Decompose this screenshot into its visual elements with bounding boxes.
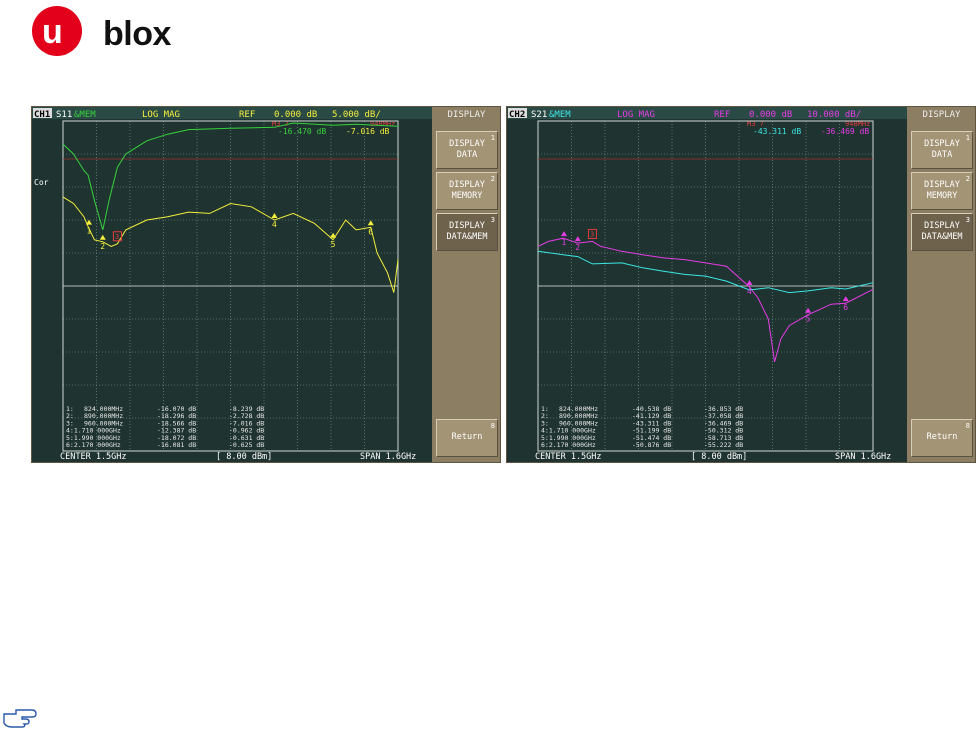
mem-label: &MEM (549, 110, 571, 120)
marker-table-value-2: -0.625 dB (229, 441, 264, 449)
marker-triangle (574, 236, 581, 242)
marker-label: 4 (747, 287, 752, 296)
marker-triangle (85, 219, 92, 225)
marker-label: 6 (368, 227, 373, 236)
display-data-button[interactable]: 1 DISPLAY DATA (436, 131, 498, 169)
marker-table-id: 6:2.170 000GHz (541, 441, 596, 449)
softkey-num: 1 (490, 134, 495, 142)
analyzer-screen: CH1 S11 &MEM LOG MAG REF 0.000 dB 5.000 dB/M3 … (32, 107, 432, 462)
display-data-mem-button[interactable]: 3 DISPLAY DATA&MEM (436, 213, 498, 251)
correction-indicator: Cor (34, 178, 49, 187)
readout-data: -36.469 dB (821, 127, 869, 136)
mem-label: &MEM (74, 110, 96, 120)
marker-label: 2 (100, 242, 105, 251)
softkey-label: DISPLAY (924, 221, 960, 231)
frequency-span: SPAN 1.6GHz (835, 452, 891, 462)
marker-table-value-1: -50.876 dB (632, 441, 671, 449)
menu-title: DISPLAY (447, 110, 486, 120)
marker-label: 1 (86, 227, 91, 236)
softkey-label-2: DATA&MEM (446, 232, 488, 242)
menu-title: DISPLAY (922, 110, 961, 120)
marker-triangle (842, 296, 849, 302)
softkey-label: DISPLAY (449, 139, 485, 149)
analyzer-panel-ch1: CH1 S11 &MEM LOG MAG REF 0.000 dB 5.000 dB/M3 … (31, 106, 501, 463)
softkey-num: 2 (965, 175, 970, 183)
display-memory-button[interactable]: 2 DISPLAY MEMORY (911, 172, 973, 210)
analyzer-screen: CH2 S21 &MEM LOG MAG REF 0.000 dB 10.000 dB/M3… (507, 107, 907, 462)
marker-label: 4 (272, 220, 277, 229)
display-data-button[interactable]: 1 DISPLAY DATA (911, 131, 973, 169)
softkey-label-2: DATA&MEM (921, 232, 963, 242)
marker-label: 5 (806, 315, 811, 324)
softkey-num: 8 (490, 422, 495, 430)
ref-value: 0.000 dB (274, 110, 317, 120)
marker-label: 3 (115, 233, 119, 241)
marker-label: 2 (575, 243, 580, 252)
marker-label: 5 (331, 240, 336, 249)
ref-label: REF (714, 110, 730, 120)
return-button[interactable]: 8 Return (911, 419, 973, 457)
marker-triangle (367, 220, 374, 226)
logo-u: u (42, 13, 63, 51)
return-button[interactable]: 8 Return (436, 419, 498, 457)
ref-value: 0.000 dB (749, 110, 792, 120)
display-memory-button[interactable]: 2 DISPLAY MEMORY (436, 172, 498, 210)
softkey-label: Return (926, 432, 958, 442)
softkey-label-2: MEMORY (451, 191, 483, 201)
marker-table-id: 6:2.170 000GHz (66, 441, 121, 449)
pointing-hand-shape (3, 709, 37, 728)
source-power: [ 8.00 dBm] (216, 452, 272, 462)
center-frequency: CENTER 1.5GHz (60, 452, 127, 462)
ref-label: REF (239, 110, 255, 120)
softkey-label: Return (451, 432, 483, 442)
marker-label: 3 (590, 230, 594, 238)
readout-memory: -43.311 dB (753, 127, 801, 136)
marker-triangle (271, 213, 278, 218)
marker-triangle (560, 231, 567, 237)
marker-label: 1 (561, 238, 566, 247)
param-label: S21 (531, 110, 547, 120)
scale-value: 5.000 dB/ (332, 110, 381, 120)
marker-triangle (746, 279, 753, 285)
center-frequency: CENTER 1.5GHz (535, 452, 602, 462)
softkey-label: DISPLAY (924, 180, 960, 190)
softkey-label-2: DATA (456, 150, 478, 160)
scale-value: 10.000 dB/ (807, 110, 861, 120)
softkey-menu: DISPLAY 1 DISPLAY DATA 2 DISPLAY MEMORY … (433, 107, 500, 462)
softkey-label-2: MEMORY (926, 191, 958, 201)
display-data-mem-button[interactable]: 3 DISPLAY DATA&MEM (911, 213, 973, 251)
pointing-hand-icon (3, 709, 37, 728)
analyzer-plot: CH1 S11 &MEM LOG MAG REF 0.000 dB 5.000 dB/M3 … (32, 107, 432, 462)
softkey-label: DISPLAY (449, 180, 485, 190)
softkey-menu: DISPLAY 1 DISPLAY DATA 2 DISPLAY MEMORY … (908, 107, 975, 462)
softkey-label: DISPLAY (924, 139, 960, 149)
softkey-num: 8 (965, 422, 970, 430)
readout-memory: -16.470 dB (278, 127, 326, 136)
source-power: [ 8.00 dBm] (691, 452, 747, 462)
softkey-num: 3 (490, 216, 495, 224)
frequency-span: SPAN 1.6GHz (360, 452, 416, 462)
softkey-label-2: DATA (931, 150, 953, 160)
marker-triangle (99, 234, 106, 240)
softkey-label: DISPLAY (449, 221, 485, 231)
logo-text: blox (103, 15, 171, 53)
marker-table-value-1: -16.081 dB (157, 441, 196, 449)
channel-label: CH2 (509, 110, 525, 120)
format-label: LOG MAG (617, 110, 655, 120)
marker-label: 6 (843, 303, 848, 312)
param-label: S11 (56, 110, 72, 120)
softkey-num: 2 (490, 175, 495, 183)
ublox-logo: u blox (25, 3, 185, 61)
format-label: LOG MAG (142, 110, 180, 120)
channel-label: CH1 (34, 110, 50, 120)
marker-table-value-2: -55.222 dB (704, 441, 743, 449)
readout-data: -7.016 dB (346, 127, 390, 136)
analyzer-panel-ch2: CH2 S21 &MEM LOG MAG REF 0.000 dB 10.000 dB/M3… (506, 106, 976, 463)
analyzer-plot: CH2 S21 &MEM LOG MAG REF 0.000 dB 10.000 dB/M3… (507, 107, 907, 462)
softkey-num: 1 (965, 134, 970, 142)
softkey-num: 3 (965, 216, 970, 224)
